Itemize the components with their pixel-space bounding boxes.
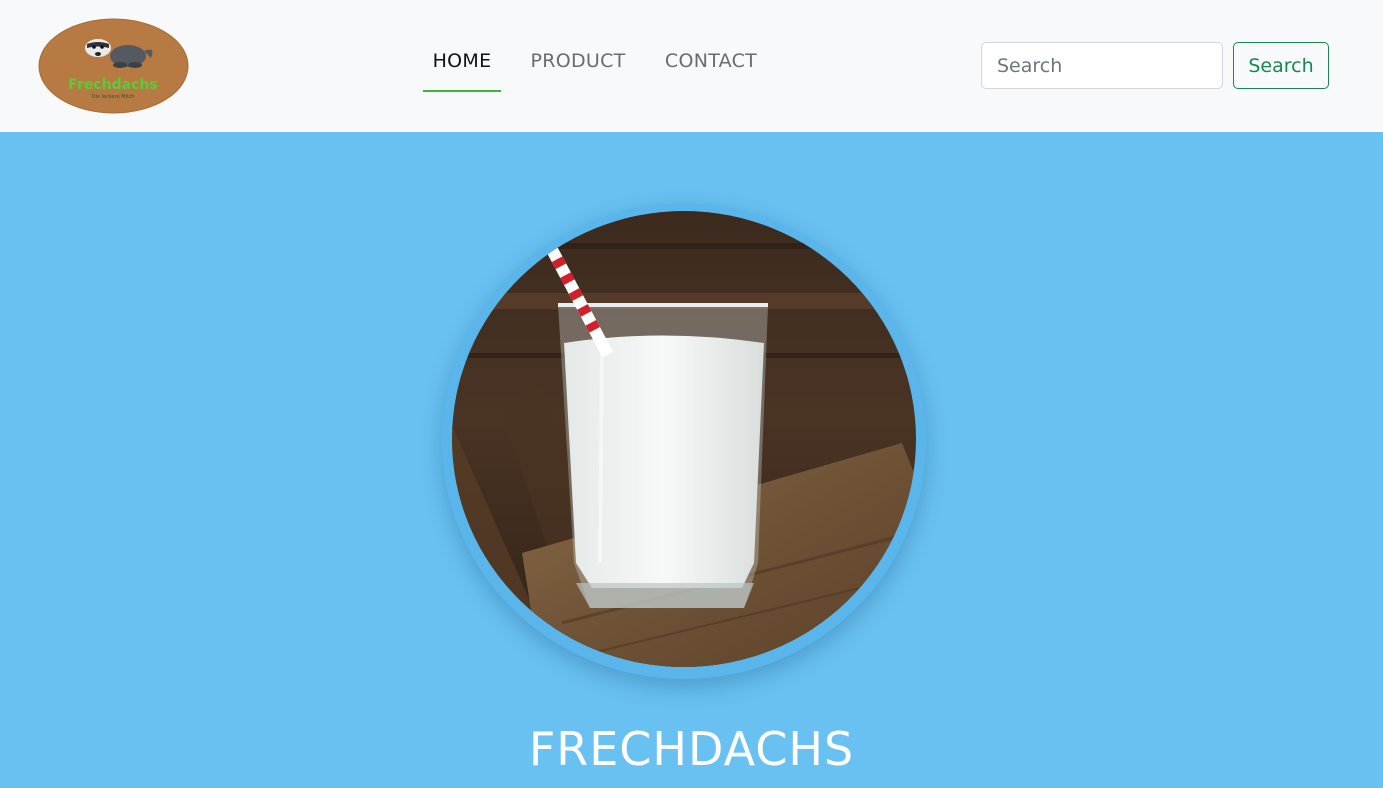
hero-title: FRECHDACHS (528, 722, 855, 776)
navbar: Frechdachs Die leckere Milch HOME PRODUC… (0, 0, 1383, 132)
nav-contact[interactable]: CONTACT (656, 50, 766, 92)
brand-logo[interactable]: Frechdachs Die leckere Milch (38, 18, 189, 114)
search-button[interactable]: Search (1233, 42, 1329, 89)
badger-logo-icon: Frechdachs Die leckere Milch (38, 18, 189, 114)
logo-text: Frechdachs (68, 77, 157, 93)
milk-glass-image (452, 211, 916, 667)
nav-home[interactable]: HOME (423, 50, 501, 92)
hero-image (442, 203, 926, 679)
search-input[interactable] (981, 42, 1223, 89)
logo-subtext: Die leckere Milch (92, 94, 135, 100)
nav-product[interactable]: PRODUCT (522, 50, 634, 92)
